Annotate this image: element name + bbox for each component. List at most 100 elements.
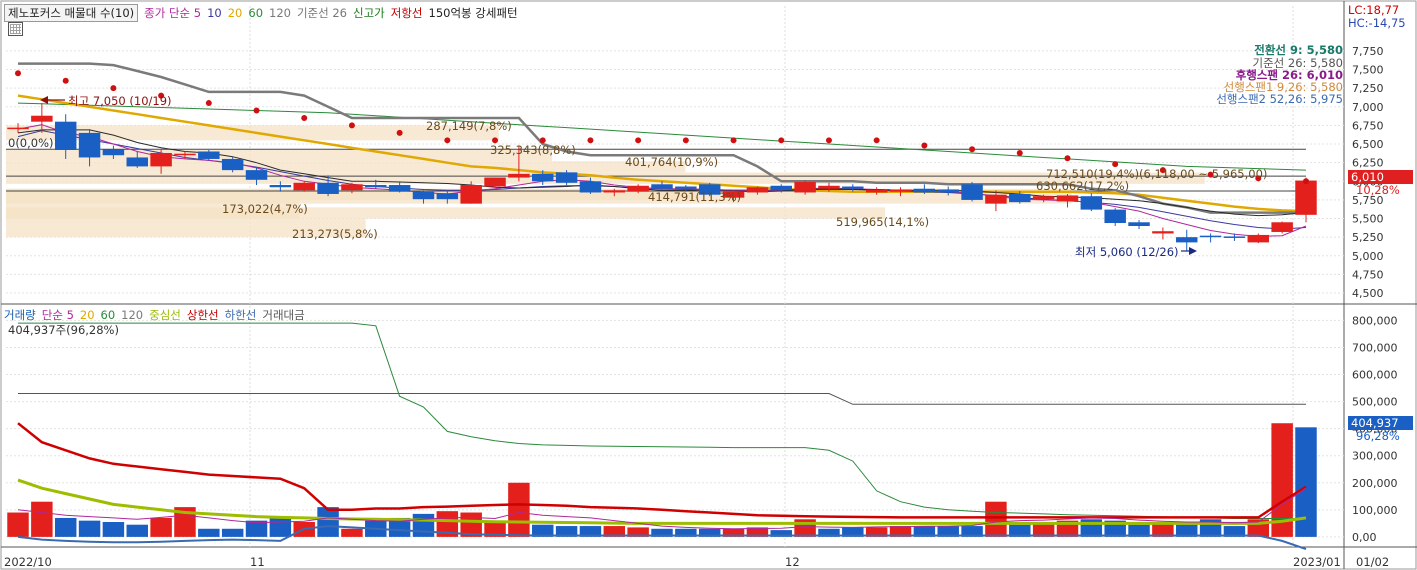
candle-body (1080, 196, 1103, 210)
price-tick-label: 7,250 (1352, 82, 1384, 95)
volume-bar (31, 501, 53, 537)
resistance-dot (1064, 155, 1071, 162)
legend-item-vol-ma20[interactable]: 20 (80, 308, 95, 322)
candle-body (150, 152, 172, 167)
volume-ma-gray-line (18, 393, 1306, 405)
x-label-right: 01/02 (1356, 555, 1390, 569)
price-tick-label: 4,750 (1352, 268, 1384, 281)
candle-body (603, 190, 626, 193)
volume-upper-band (17, 422, 1307, 519)
candle-body (436, 193, 459, 200)
volume-bar (341, 528, 363, 537)
legend-item-pattern[interactable]: 150억봉 강세패턴 (429, 6, 518, 20)
candle-body (460, 185, 482, 204)
resistance-dot (635, 137, 642, 144)
volume-bar (508, 482, 530, 537)
volume-profile-label: 325,343(8,8%) (490, 143, 576, 157)
hc-readout: HC:-14,75 (1348, 16, 1406, 30)
volume-profile-label: 213,273(5,8%) (292, 227, 378, 241)
resistance-dot (110, 85, 117, 92)
candle-body (794, 182, 816, 193)
resistance-dot (778, 137, 785, 144)
candle-body (484, 177, 506, 187)
resistance-dot (1303, 178, 1309, 185)
legend-item-volume-profile[interactable]: 제노포커스 매물대 수(10) (4, 4, 139, 22)
high-annotation: 최고 7,050 (10/19) (68, 94, 172, 108)
volume-bar (102, 522, 125, 537)
chart-canvas[interactable]: 4,5004,7505,0005,2505,5005,7506,0006,250… (0, 0, 1417, 570)
price-badge: 6,010 (1348, 170, 1413, 184)
resistance-dot (587, 137, 594, 144)
resistance-dot (921, 142, 928, 149)
volume-profile-label: 712,510(19,4%)(6,118,00 ~ 5,965,00) (1046, 167, 1267, 181)
legend-item-vol-ma5[interactable]: 단순 5 (42, 308, 74, 322)
volume-bar (198, 528, 220, 537)
legend-item-vol-ma120[interactable]: 120 (121, 308, 143, 322)
legend-item-ma10[interactable]: 10 (207, 6, 222, 20)
resistance-dot (62, 77, 69, 84)
candle-body (1271, 222, 1293, 232)
volume-ma60-line (18, 322, 1306, 519)
legend-item-close-ma5[interactable]: 종가 단순 5 (144, 6, 201, 20)
candle-body (913, 188, 936, 193)
legend-item-ma120[interactable]: 120 (269, 6, 291, 20)
legend-item-ma20[interactable]: 20 (228, 6, 243, 20)
candle-body (865, 189, 888, 193)
legend-item-amount[interactable]: 거래대금 (262, 308, 304, 322)
legend-item-center[interactable]: 중심선 (149, 308, 181, 322)
candle-body (1176, 237, 1198, 243)
resistance-dot (15, 70, 21, 77)
legend-item-upper[interactable]: 상한선 (187, 308, 219, 322)
candle-body (245, 170, 268, 180)
volume-tick-label: 300,000 (1352, 450, 1398, 463)
price-tick-label: 7,750 (1352, 45, 1384, 58)
legend-item-resistance[interactable]: 저항선 (391, 6, 423, 20)
price-tick-label: 5,250 (1352, 231, 1384, 244)
legend-item-volume[interactable]: 거래량 (4, 308, 36, 322)
price-tick-label: 6,250 (1352, 157, 1384, 170)
volume-tick-label: 0,00 (1352, 531, 1377, 544)
price-tick-label: 6,750 (1352, 119, 1384, 132)
candle-body (31, 115, 53, 122)
volume-bar (78, 520, 101, 537)
candle-body (412, 191, 435, 200)
resistance-dot (301, 114, 308, 121)
volume-bar (317, 507, 339, 537)
resistance-dot (1016, 149, 1023, 156)
x-label-11: 11 (250, 555, 265, 569)
candle-body (1009, 193, 1031, 203)
volume-profile-label: 401,764(10,9%) (625, 155, 718, 169)
legend-item-vol-ma60[interactable]: 60 (101, 308, 116, 322)
candle-body (1056, 195, 1079, 202)
legend-item-new-high[interactable]: 신고가 (353, 6, 385, 20)
volume-bar (985, 501, 1007, 537)
volume-profile-label: 287,149(7,8%) (426, 119, 512, 133)
candle-body (1199, 235, 1222, 238)
legend-item-lower[interactable]: 하한선 (225, 308, 257, 322)
candle-body (7, 127, 29, 130)
volume-bar (269, 517, 292, 537)
window-border (0, 0, 1417, 570)
volume-bar (7, 512, 29, 537)
volume-bar (150, 517, 172, 537)
price-tick-label: 5,000 (1352, 250, 1384, 263)
volume-pct-badge: 96,28% (1356, 429, 1400, 443)
candle-body (1128, 222, 1150, 226)
legend-item-ma60[interactable]: 60 (248, 6, 263, 20)
resistance-dot (682, 137, 689, 144)
candle-body (746, 187, 769, 193)
volume-badge: 404,937 (1348, 416, 1413, 430)
ichimoku-senkou2-label: 선행스팬2 52,26: 5,975 (1216, 92, 1343, 106)
volume-tick-label: 700,000 (1352, 341, 1398, 354)
resistance-dot (873, 137, 880, 144)
resistance-dot (205, 100, 212, 107)
candle-body (770, 185, 792, 191)
candle-body (174, 153, 196, 156)
candle-body (341, 184, 363, 191)
candle-body (818, 185, 840, 189)
price-tick-label: 7,500 (1352, 64, 1384, 77)
volume-profile-label: 414,791(11,3%) (648, 190, 741, 204)
table-toggle-icon[interactable] (8, 22, 23, 36)
legend-item-kijun[interactable]: 기준선 26 (297, 6, 347, 20)
volume-profile-bar (6, 161, 686, 173)
